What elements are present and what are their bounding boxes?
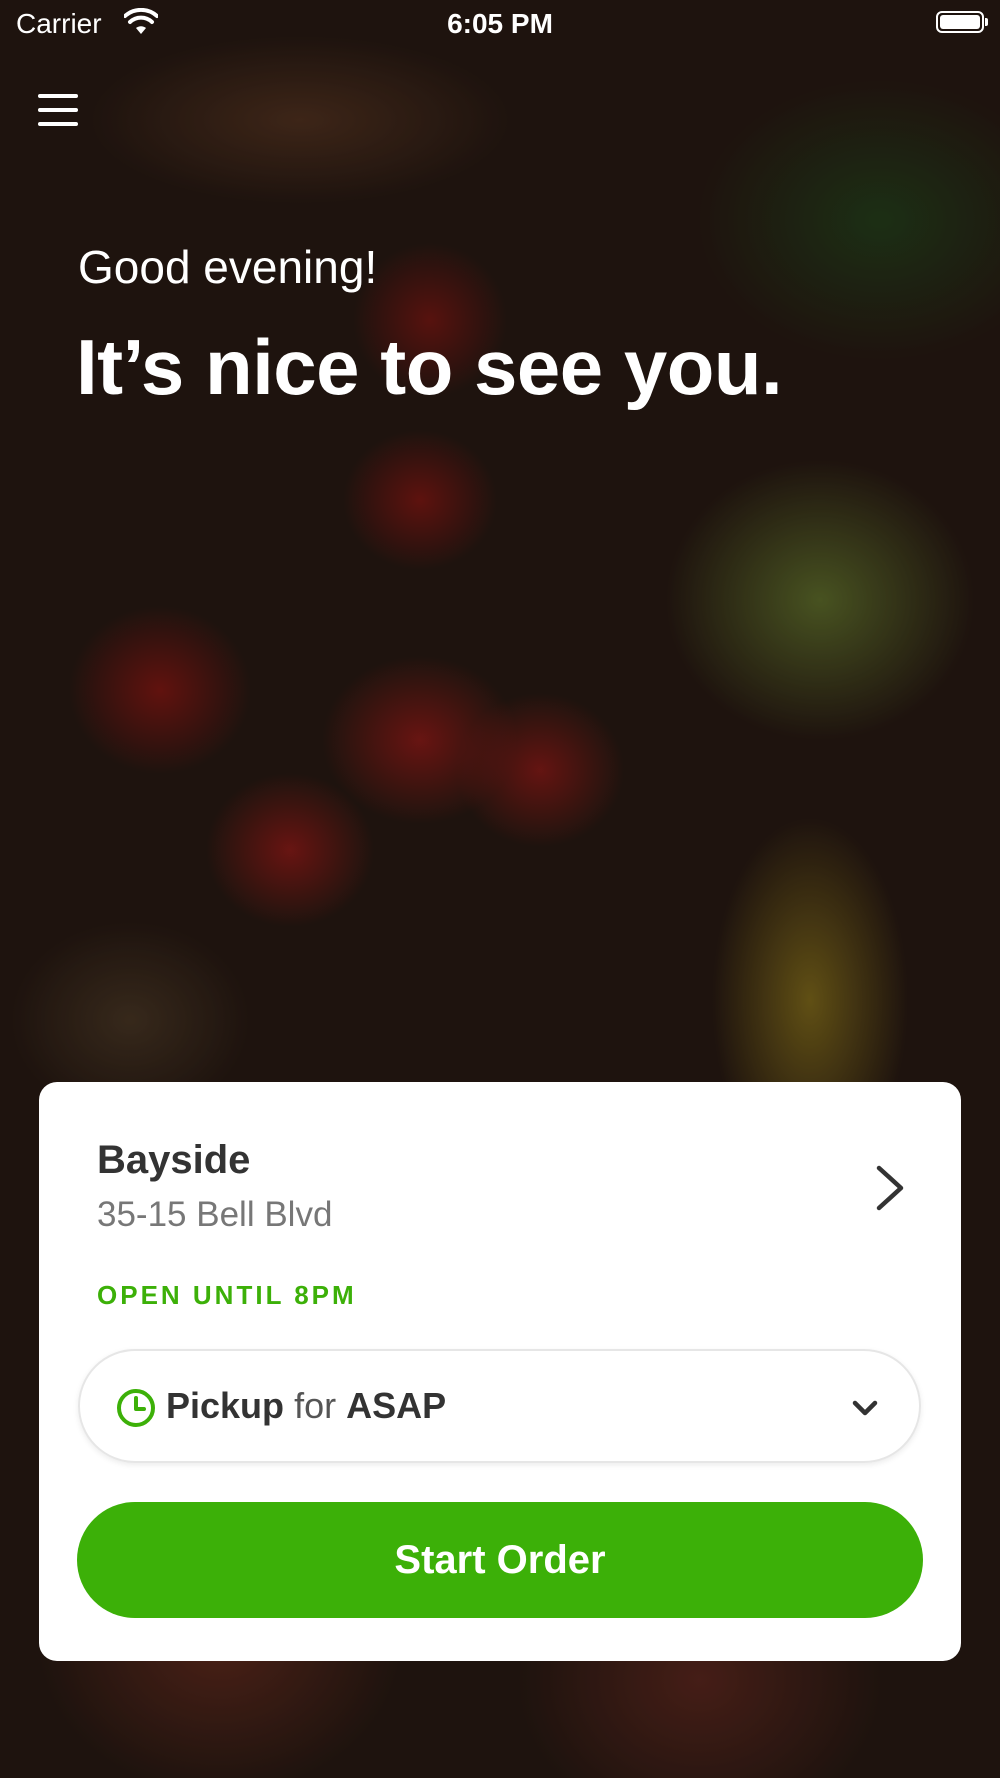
store-card: Bayside 35-15 Bell Blvd OPEN UNTIL 8PM P… <box>39 1082 961 1661</box>
hamburger-menu-icon[interactable] <box>38 94 78 128</box>
store-address: 35-15 Bell Blvd <box>97 1195 333 1234</box>
store-name: Bayside <box>97 1138 251 1182</box>
chevron-down-icon <box>852 1400 878 1416</box>
start-order-button[interactable]: Start Order <box>77 1502 923 1618</box>
headline-text: It’s nice to see you. <box>76 323 783 411</box>
order-time-label: ASAP <box>346 1385 447 1426</box>
chevron-right-icon <box>876 1165 904 1211</box>
order-mode-label: Pickup <box>166 1385 285 1426</box>
status-time: 6:05 PM <box>447 8 553 39</box>
home-screen: Carrier 6:05 PM Good evening! It’s nice … <box>0 0 1000 1778</box>
clock-icon <box>117 1389 155 1427</box>
battery-icon <box>936 11 988 33</box>
greeting-text: Good evening! <box>78 241 378 293</box>
store-hours-status: OPEN UNTIL 8PM <box>97 1280 357 1310</box>
pickup-time-select[interactable]: Pickup for ASAP <box>78 1349 921 1463</box>
pickup-summary: Pickup for ASAP <box>166 1385 446 1427</box>
status-bar: Carrier 6:05 PM <box>0 0 1000 52</box>
order-mode-connector: for <box>294 1385 337 1426</box>
store-selector[interactable]: Bayside 35-15 Bell Blvd <box>39 1082 961 1252</box>
